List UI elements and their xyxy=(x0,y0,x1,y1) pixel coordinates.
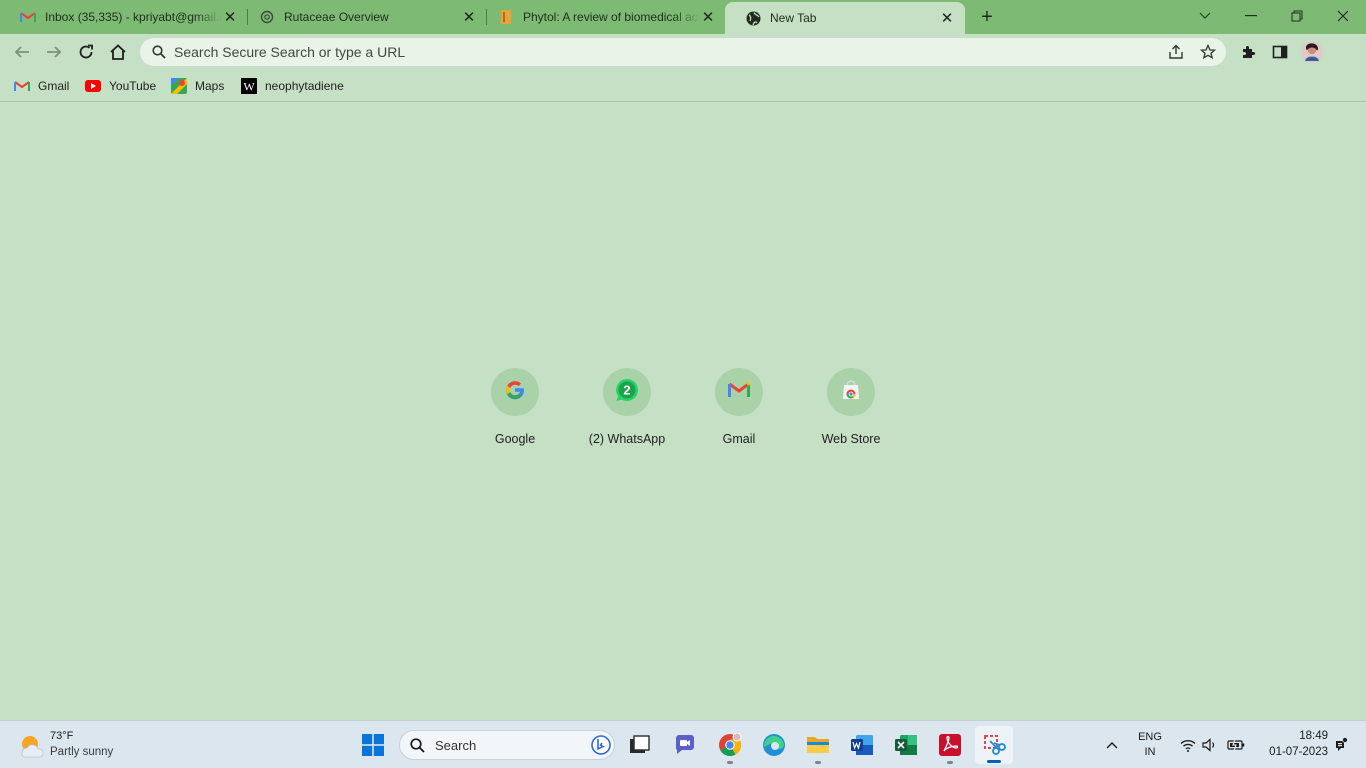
bookmarks-bar: Gmail YouTube Maps W neophytadiene xyxy=(0,70,1366,102)
shortcut-web-store[interactable]: Web Store xyxy=(795,368,907,452)
close-icon[interactable]: ✕ xyxy=(222,9,238,26)
profile-avatar[interactable] xyxy=(1300,40,1324,64)
shortcut-label: Google xyxy=(494,432,536,446)
shortcut-google[interactable]: Google xyxy=(459,368,571,452)
tab-new-tab[interactable]: New Tab ✕ xyxy=(725,2,965,34)
bookmark-neophytadiene[interactable]: W neophytadiene xyxy=(241,76,344,96)
tab-strip: Inbox (35,335) - kpriyabt@gmail.com ✕ Ru… xyxy=(0,0,1366,34)
weather-widget[interactable]: 73°F Partly sunny xyxy=(14,729,134,763)
tab-search-chevron-icon[interactable] xyxy=(1192,4,1218,28)
language-indicator[interactable]: ENG IN xyxy=(1132,730,1168,760)
shortcut-tile xyxy=(827,368,875,416)
close-icon[interactable]: ✕ xyxy=(939,10,955,27)
bookmark-gmail[interactable]: Gmail xyxy=(14,76,69,96)
omnibox-placeholder: Search Secure Search or type a URL xyxy=(174,44,406,60)
close-window-button[interactable] xyxy=(1330,4,1356,28)
tab-rutaceae[interactable]: Rutaceae Overview ✕ xyxy=(239,0,487,34)
omnibox[interactable]: Search Secure Search or type a URL xyxy=(140,38,1226,66)
taskbar-search[interactable]: Search xyxy=(399,730,615,760)
clock-time: 18:49 xyxy=(1299,730,1328,742)
gmail-icon xyxy=(20,9,36,25)
shortcut-tile: 2 xyxy=(603,368,651,416)
tab-title: Rutaceae Overview xyxy=(284,10,389,24)
bookmark-label: YouTube xyxy=(109,79,157,93)
google-icon xyxy=(504,379,526,406)
excel-icon[interactable] xyxy=(890,729,922,761)
running-indicator xyxy=(815,761,821,764)
bookmark-label: neophytadiene xyxy=(265,79,344,93)
bookmark-label: Maps xyxy=(195,79,225,93)
youtube-icon xyxy=(85,78,101,94)
adobe-acrobat-icon[interactable] xyxy=(934,729,966,764)
extensions-icon[interactable] xyxy=(1236,40,1260,64)
wikipedia-icon: W xyxy=(241,78,257,94)
shortcut-label: Gmail xyxy=(722,432,756,446)
restore-button[interactable] xyxy=(1284,4,1310,28)
chevron-up-icon[interactable] xyxy=(1096,729,1128,761)
search-icon xyxy=(150,43,168,61)
shortcut-label: Web Store xyxy=(821,432,881,446)
running-indicator xyxy=(987,760,1001,763)
shortcut-label: (2) WhatsApp xyxy=(588,432,666,446)
new-tab-button[interactable]: + xyxy=(976,6,998,28)
close-icon[interactable]: ✕ xyxy=(700,9,716,26)
chrome-taskbar-icon[interactable] xyxy=(714,729,746,764)
back-button[interactable] xyxy=(10,40,34,64)
task-view-icon[interactable] xyxy=(624,729,656,761)
snipping-tool-icon[interactable] xyxy=(975,726,1013,764)
shortcut-whatsapp[interactable]: 2 (2) WhatsApp xyxy=(571,368,683,452)
running-indicator xyxy=(947,761,953,764)
whatsapp-badge: 2 xyxy=(623,382,630,397)
running-indicator xyxy=(727,761,733,764)
tab-inbox[interactable]: Inbox (35,335) - kpriyabt@gmail.com ✕ xyxy=(0,0,248,34)
reload-button[interactable] xyxy=(74,40,98,64)
weather-temp: 73°F xyxy=(50,730,74,742)
bookmark-youtube[interactable]: YouTube xyxy=(85,76,156,96)
globe-icon xyxy=(745,10,761,26)
notifications-icon[interactable] xyxy=(1324,729,1356,761)
teams-chat-icon[interactable] xyxy=(669,729,701,761)
tab-phytol[interactable]: Phytol: A review of biomedical activitie… xyxy=(478,0,726,34)
maps-icon xyxy=(171,78,187,94)
language-line2: IN xyxy=(1144,746,1156,758)
minimize-button[interactable] xyxy=(1238,4,1264,28)
shortcut-gmail[interactable]: Gmail xyxy=(683,368,795,452)
gmail-icon xyxy=(14,78,30,94)
home-button[interactable] xyxy=(106,40,130,64)
clock-date: 01-07-2023 xyxy=(1269,746,1328,758)
search-icon xyxy=(410,738,425,758)
tab-title: Phytol: A review of biomedical activitie… xyxy=(523,10,700,24)
partly-sunny-icon xyxy=(16,732,46,765)
tab-title: New Tab xyxy=(770,11,817,25)
file-explorer-icon[interactable] xyxy=(802,729,834,764)
whatsapp-icon: 2 xyxy=(614,377,640,408)
shortcut-tile xyxy=(491,368,539,416)
bing-icon[interactable] xyxy=(591,735,611,760)
share-icon[interactable] xyxy=(1167,43,1185,61)
taskbar-search-label: Search xyxy=(435,738,477,753)
shortcut-tile xyxy=(715,368,763,416)
word-icon[interactable] xyxy=(846,729,878,761)
clock[interactable]: 18:49 01-07-2023 xyxy=(1256,729,1328,761)
battery-icon[interactable] xyxy=(1220,729,1252,761)
svg-text:W: W xyxy=(243,80,255,94)
side-panel-icon[interactable] xyxy=(1268,40,1292,64)
bookmark-star-icon[interactable] xyxy=(1199,43,1217,61)
webstore-icon xyxy=(840,379,862,406)
bookmark-maps[interactable]: Maps xyxy=(171,76,224,96)
forward-button[interactable] xyxy=(42,40,66,64)
bookmark-label: Gmail xyxy=(38,79,70,93)
start-button[interactable] xyxy=(357,729,389,761)
language-line1: ENG xyxy=(1138,731,1162,743)
openai-icon xyxy=(259,9,275,25)
weather-condition: Partly sunny xyxy=(50,746,114,758)
taskbar: 73°F Partly sunny Search ENG IN 18:49 01… xyxy=(0,720,1366,768)
tab-title: Inbox (35,335) - kpriyabt@gmail.com xyxy=(45,10,222,24)
gmail-icon xyxy=(728,381,751,403)
journal-icon xyxy=(498,9,514,25)
edge-icon[interactable] xyxy=(758,729,790,761)
close-icon[interactable]: ✕ xyxy=(461,9,477,26)
